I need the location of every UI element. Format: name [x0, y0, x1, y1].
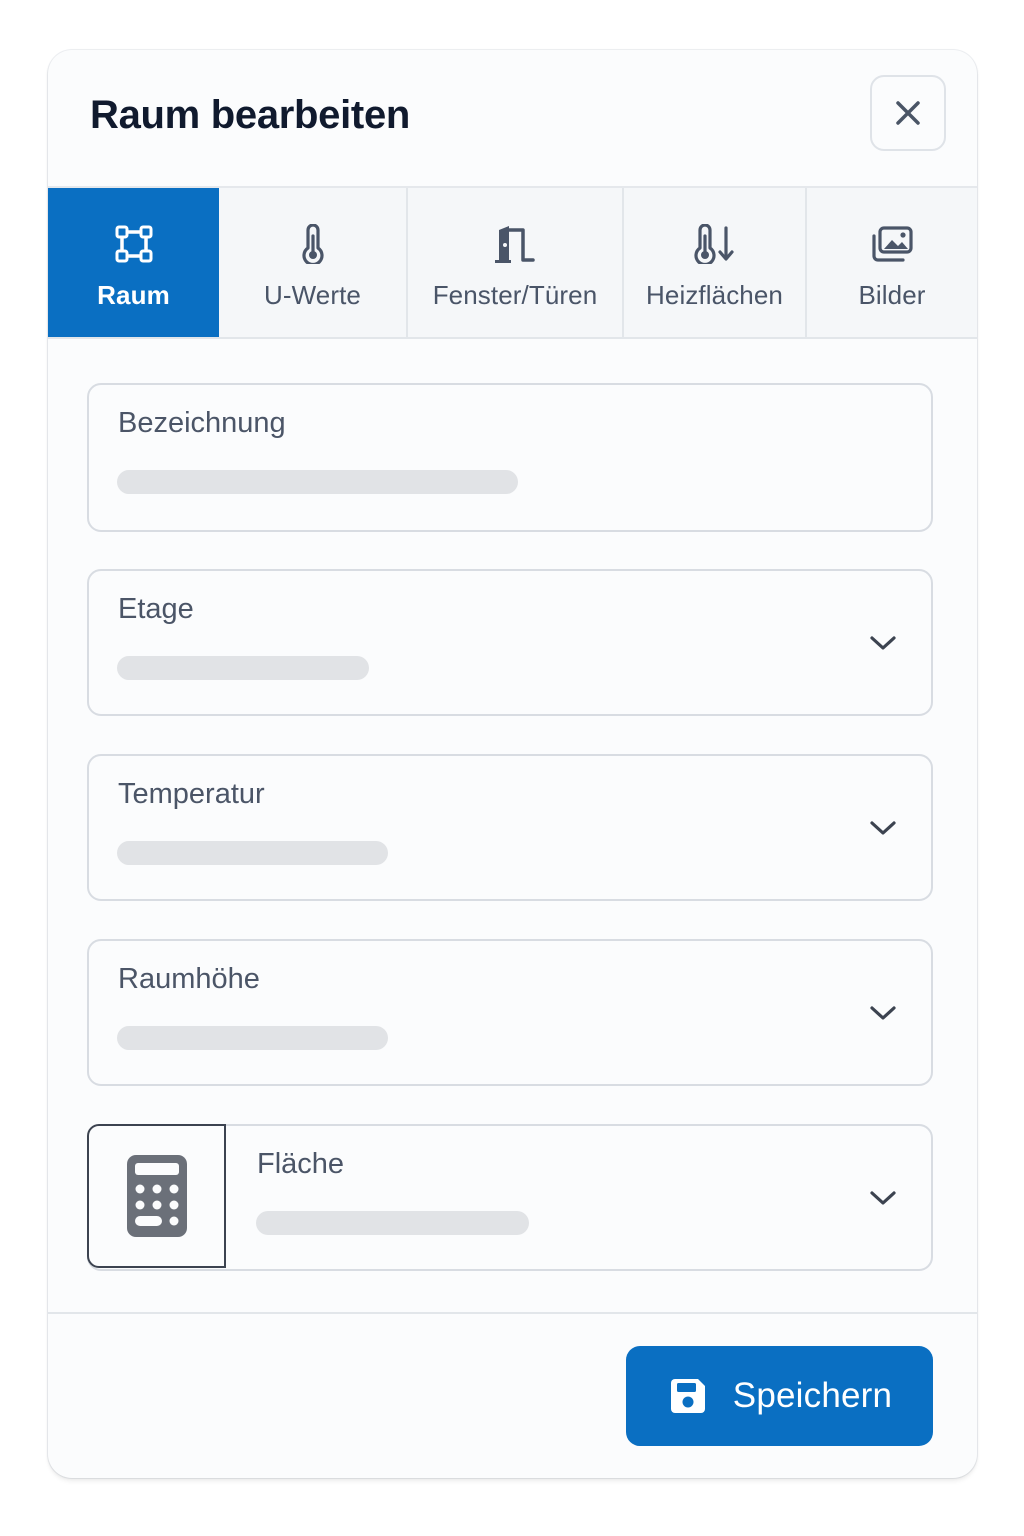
- save-button[interactable]: Speichern: [626, 1346, 933, 1446]
- tab-label: Heizflächen: [646, 280, 783, 310]
- close-button[interactable]: [870, 75, 946, 151]
- tab-raum[interactable]: Raum: [48, 188, 219, 337]
- tab-bar: Raum U-Werte Fenster/Türen Heizflächen B…: [48, 186, 977, 339]
- raumhoehe-label: Raumhöhe: [118, 963, 260, 995]
- raumhoehe-select[interactable]: Raumhöhe: [87, 939, 933, 1086]
- chevron-down-icon: [869, 999, 897, 1027]
- etage-select[interactable]: Etage: [87, 569, 933, 716]
- tab-label: Raum: [97, 280, 170, 310]
- tab-label: Bilder: [858, 280, 926, 310]
- flaeche-label: Fläche: [257, 1148, 345, 1180]
- images-icon: [870, 222, 914, 266]
- dialog-header: Raum bearbeiten: [48, 50, 977, 187]
- room-frame-icon: [112, 222, 156, 266]
- dialog-footer: Speichern: [48, 1312, 977, 1478]
- temperatur-label: Temperatur: [118, 778, 265, 810]
- bezeichnung-label: Bezeichnung: [118, 407, 286, 439]
- chevron-down-icon: [869, 814, 897, 842]
- tab-label: Fenster/Türen: [432, 280, 598, 310]
- tab-fenster-tueren[interactable]: Fenster/Türen: [408, 188, 624, 337]
- door-icon: [493, 222, 537, 266]
- tab-u-werte[interactable]: U-Werte: [219, 188, 408, 337]
- chevron-down-icon: [869, 1184, 897, 1212]
- etage-value-placeholder: [117, 656, 369, 680]
- tab-heizflaechen[interactable]: Heizflächen: [624, 188, 807, 337]
- save-icon: [670, 1379, 705, 1413]
- etage-label: Etage: [118, 593, 194, 625]
- save-button-label: Speichern: [732, 1376, 893, 1415]
- chevron-down-icon: [869, 629, 897, 657]
- calculator-button[interactable]: [87, 1124, 226, 1268]
- bezeichnung-input[interactable]: Bezeichnung: [87, 383, 933, 532]
- tab-label: U-Werte: [263, 280, 361, 310]
- temperatur-value-placeholder: [117, 841, 388, 865]
- thermometer-icon: [291, 222, 335, 266]
- temperatur-select[interactable]: Temperatur: [87, 754, 933, 901]
- raumhoehe-value-placeholder: [117, 1026, 388, 1050]
- thermometer-down-icon: [693, 222, 737, 266]
- edit-room-dialog: Raum bearbeiten Raum U-Werte Fenster/Tür…: [48, 50, 977, 1478]
- flaeche-select[interactable]: Fläche: [87, 1124, 933, 1271]
- bezeichnung-value-placeholder: [117, 470, 518, 494]
- calculator-icon: [126, 1155, 187, 1237]
- dialog-title: Raum bearbeiten: [90, 93, 411, 137]
- flaeche-value-placeholder: [256, 1211, 529, 1235]
- close-icon: [896, 101, 920, 125]
- tab-bilder[interactable]: Bilder: [807, 188, 977, 337]
